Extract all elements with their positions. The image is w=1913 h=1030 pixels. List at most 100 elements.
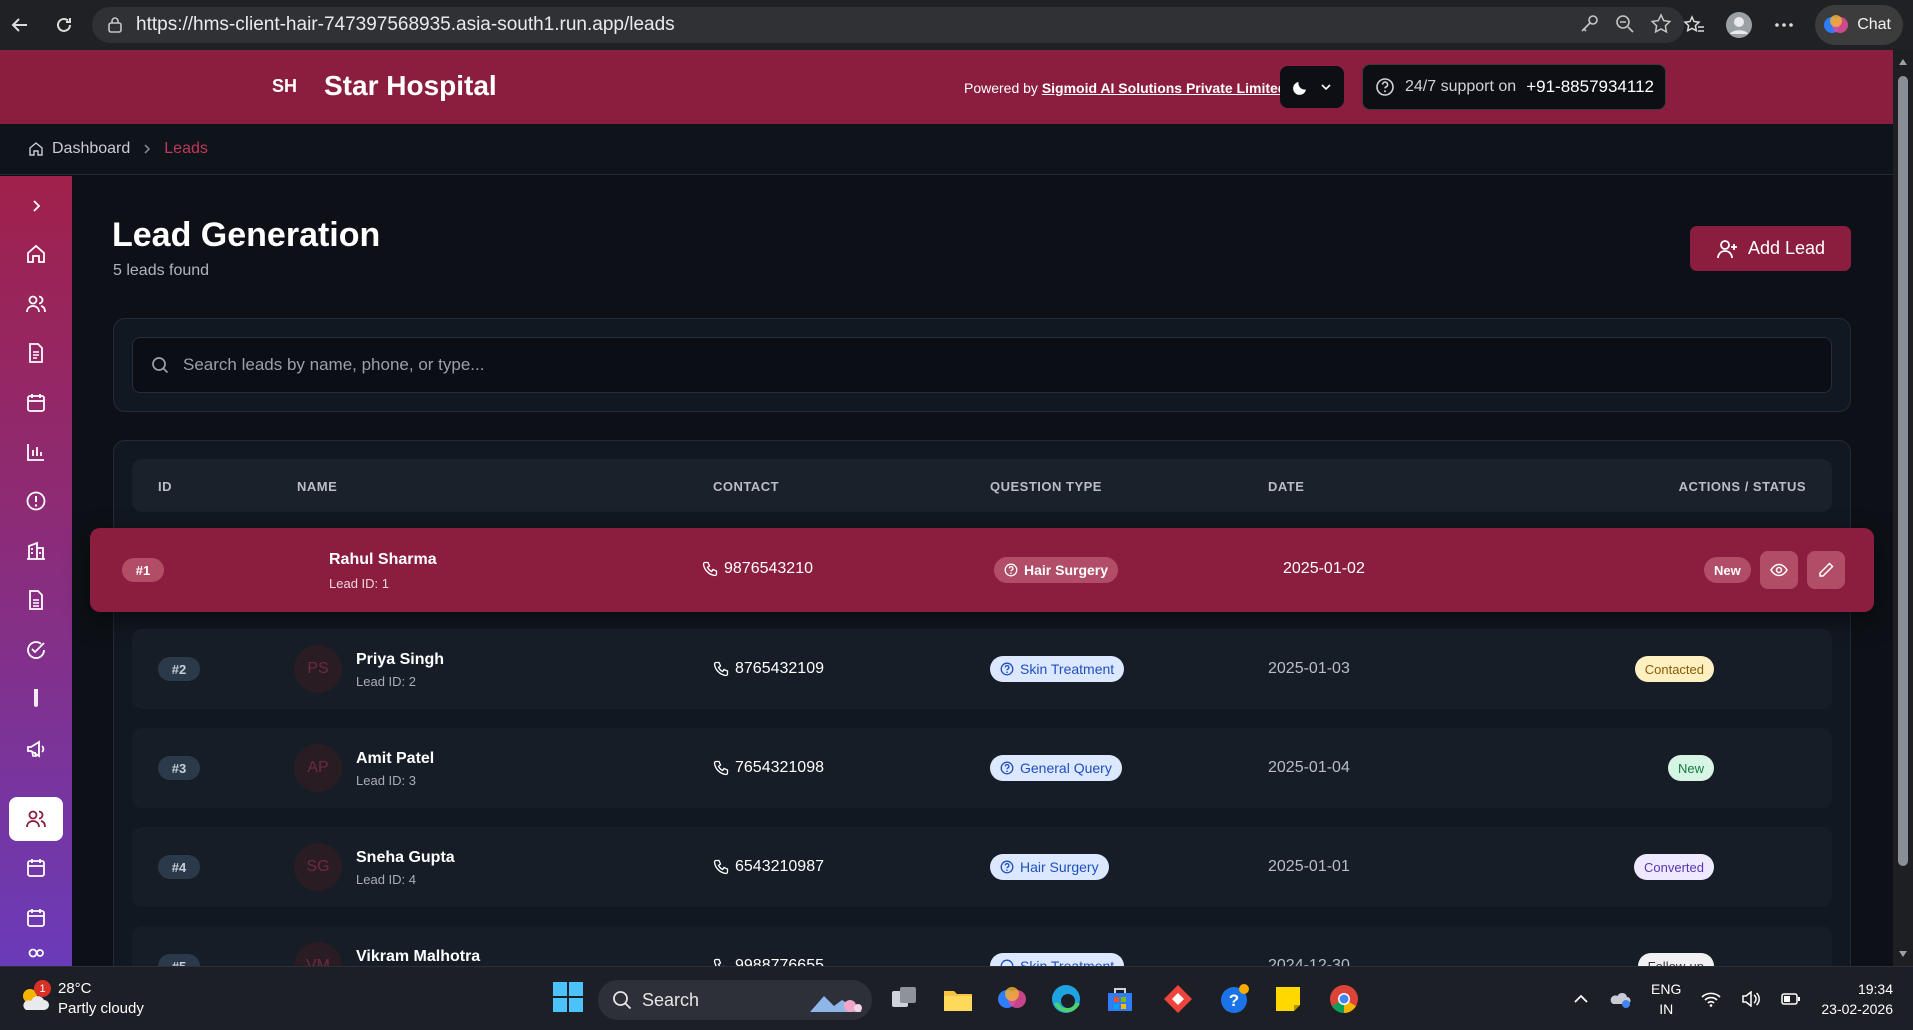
avatar: PS — [294, 645, 342, 693]
onedrive-icon[interactable] — [1609, 990, 1631, 1008]
sidebar-item-marketing[interactable] — [9, 727, 63, 771]
language-code: ENG — [1651, 981, 1682, 997]
home-icon[interactable] — [28, 141, 44, 157]
question-type-badge: General Query — [990, 755, 1122, 781]
weather-condition: Partly cloudy — [58, 1000, 144, 1017]
file-text-icon — [25, 589, 47, 611]
scroll-up-icon[interactable] — [1898, 58, 1908, 66]
language-indicator[interactable]: ENG IN — [1651, 979, 1681, 1019]
breadcrumb-current: Leads — [164, 140, 208, 157]
support-phone: +91-8857934112 — [1526, 77, 1654, 96]
lead-date: 2025-01-01 — [1268, 858, 1350, 875]
copilot-chat-button[interactable]: Chat — [1815, 5, 1903, 45]
logo-abbreviation: SH — [272, 76, 298, 96]
lead-id-badge: #4 — [158, 855, 200, 879]
avatar: SG — [294, 843, 342, 891]
wifi-icon[interactable] — [1701, 991, 1721, 1007]
chevron-up-icon[interactable] — [1573, 993, 1589, 1005]
column-header-question-type: QUESTION TYPE — [990, 479, 1102, 494]
lead-id-badge: #5 — [158, 954, 200, 966]
avatar: VM — [294, 942, 342, 966]
sticky-notes-icon[interactable] — [1272, 983, 1304, 1015]
lead-id-badge: #1 — [122, 558, 164, 582]
chevron-right-icon — [30, 199, 42, 213]
scroll-thumb[interactable] — [1898, 76, 1908, 866]
sidebar-item-tasks[interactable] — [9, 628, 63, 672]
sidebar-item-reports[interactable] — [9, 430, 63, 474]
lead-contact: 6543210987 — [713, 858, 824, 876]
sidebar-item-patients[interactable] — [9, 282, 63, 326]
task-view-icon[interactable] — [888, 983, 920, 1015]
status-badge: New — [1704, 557, 1751, 583]
weather-icon: 1 — [18, 980, 51, 1014]
chrome-icon[interactable] — [1328, 983, 1360, 1015]
question-type-label: Skin Treatment — [1020, 958, 1115, 966]
sidebar-item-schedule[interactable] — [9, 846, 63, 890]
weather-temp: 28°C — [58, 980, 92, 997]
sidebar-item-appointments[interactable] — [9, 381, 63, 425]
edge-browser-icon[interactable] — [1050, 983, 1082, 1015]
sidebar-item-leads[interactable] — [9, 797, 63, 841]
sidebar-item-billing[interactable] — [9, 578, 63, 622]
search-field[interactable] — [132, 337, 1832, 393]
support-contact[interactable]: 24/7 support on +91-8857934112 — [1362, 64, 1666, 110]
anydesk-icon[interactable] — [1162, 983, 1194, 1015]
zoom-icon[interactable] — [1614, 13, 1636, 35]
file-explorer-icon[interactable] — [942, 983, 974, 1015]
table-row[interactable]: #2 PS Priya Singh Lead ID: 2 8765432109 … — [132, 629, 1832, 709]
search-icon — [612, 990, 632, 1010]
search-input[interactable] — [183, 355, 1783, 375]
breadcrumb-dashboard-link[interactable]: Dashboard — [52, 140, 130, 158]
table-row[interactable]: #1 RS Rahul Sharma Lead ID: 1 9876543210… — [90, 528, 1874, 612]
back-icon[interactable] — [2, 7, 38, 43]
star-icon[interactable] — [1650, 13, 1672, 35]
weather-widget[interactable]: 1 28°C Partly cloudy — [18, 979, 144, 1019]
key-icon[interactable] — [1578, 13, 1600, 35]
page-scrollbar[interactable] — [1893, 50, 1913, 966]
sidebar-item-records[interactable] — [9, 331, 63, 375]
lead-subtext: Lead ID: 3 — [356, 773, 416, 788]
view-lead-button[interactable] — [1760, 551, 1798, 589]
help-app-icon[interactable]: ? — [1218, 983, 1250, 1015]
chevron-down-icon — [1320, 81, 1332, 93]
sidebar-item-departments[interactable] — [9, 529, 63, 573]
theme-toggle-button[interactable] — [1280, 66, 1344, 108]
sidebar-item-calendar[interactable] — [9, 896, 63, 940]
chevron-right-icon — [142, 143, 152, 155]
column-header-name: NAME — [297, 479, 338, 494]
breadcrumb: Dashboard Leads — [0, 124, 1893, 175]
table-row[interactable]: #4 SG Sneha Gupta Lead ID: 4 6543210987 … — [132, 827, 1832, 907]
scroll-down-icon[interactable] — [1898, 950, 1908, 958]
address-bar[interactable]: https://hms-client-hair-747397568935.asi… — [92, 7, 1684, 43]
profile-avatar-icon[interactable] — [1725, 11, 1753, 39]
lead-phone: 8765432109 — [735, 660, 824, 677]
sidebar-item-dashboard[interactable] — [9, 232, 63, 276]
powered-by-text: Powered by Sigmoid AI Solutions Private … — [964, 80, 1286, 96]
sidebar-item-more[interactable] — [9, 946, 63, 966]
lead-subtext: Lead ID: 4 — [356, 872, 416, 887]
store-icon[interactable] — [1104, 983, 1136, 1015]
sidebar-item-lab[interactable] — [9, 677, 63, 721]
more-menu-icon[interactable] — [1773, 14, 1795, 36]
copilot-app-icon[interactable] — [996, 983, 1028, 1015]
edit-lead-button[interactable] — [1807, 551, 1845, 589]
windows-start-icon[interactable] — [552, 981, 584, 1013]
volume-icon[interactable] — [1741, 991, 1761, 1007]
favorites-icon[interactable] — [1683, 14, 1705, 36]
add-lead-button[interactable]: Add Lead — [1690, 226, 1851, 271]
clock-date: 23-02-2026 — [1821, 1001, 1893, 1017]
taskbar-search[interactable]: Search — [598, 980, 872, 1020]
battery-icon[interactable] — [1781, 992, 1801, 1006]
support-prefix: 24/7 support on — [1405, 78, 1517, 95]
calendar-icon — [25, 392, 47, 414]
calendar-icon — [25, 857, 47, 879]
powered-by-company-link[interactable]: Sigmoid AI Solutions Private Limited — [1042, 80, 1287, 96]
table-row[interactable]: #3 AP Amit Patel Lead ID: 3 7654321098 G… — [132, 728, 1832, 808]
building-icon — [25, 540, 47, 562]
sidebar-item-alerts[interactable] — [9, 479, 63, 523]
sidebar-expand-button[interactable] — [9, 184, 63, 228]
site-info-icon[interactable] — [106, 16, 124, 34]
clock[interactable]: 19:34 23-02-2026 — [1821, 979, 1893, 1019]
table-row[interactable]: #5 VM Vikram Malhotra 9988776655 Skin Tr… — [132, 926, 1832, 966]
reload-icon[interactable] — [46, 7, 82, 43]
